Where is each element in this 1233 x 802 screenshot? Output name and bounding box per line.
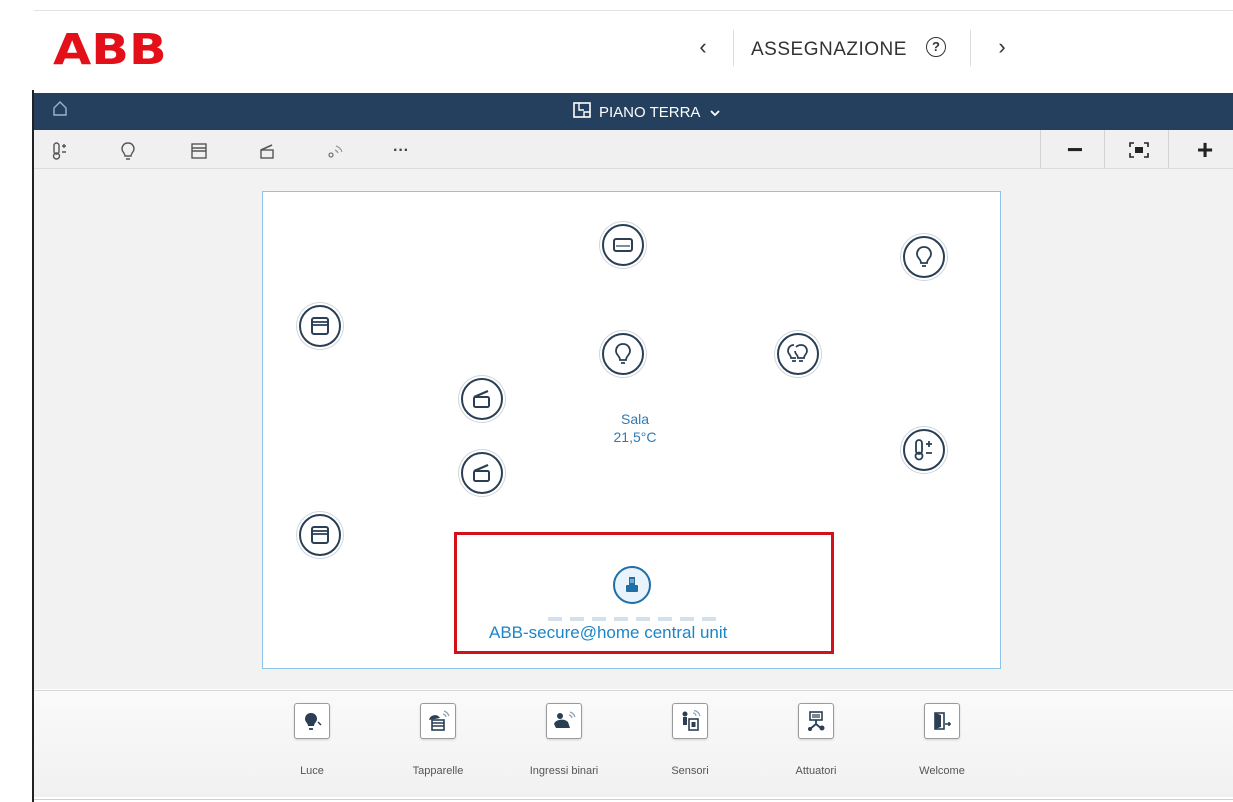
- category-attuatori[interactable]: Attuatori: [776, 703, 856, 777]
- category-tapparelle[interactable]: Tapparelle: [398, 703, 478, 777]
- home-icon[interactable]: [52, 100, 68, 121]
- category-label: Luce: [300, 765, 324, 777]
- category-ingressi-binari[interactable]: Ingressi binari: [524, 703, 604, 777]
- shutter-icon[interactable]: [461, 452, 503, 494]
- central-unit-icon[interactable]: [613, 566, 651, 604]
- category-dock: [34, 690, 1233, 797]
- nav-divider: [970, 30, 971, 66]
- room-temperature: 21,5°C: [613, 429, 657, 445]
- display-icon[interactable]: [602, 224, 644, 266]
- toolbar-divider: [1104, 130, 1105, 168]
- category-welcome[interactable]: Welcome: [902, 703, 982, 777]
- blind-icon[interactable]: [186, 138, 212, 164]
- floor-plan-icon: [573, 102, 591, 122]
- chevron-down-icon: [710, 104, 721, 121]
- binary-inputs-category-icon: [546, 703, 582, 739]
- fit-to-screen-button[interactable]: [1122, 136, 1156, 164]
- toolbar-divider: [1168, 130, 1169, 168]
- category-label: Tapparelle: [412, 765, 464, 777]
- sensor-icon[interactable]: [322, 138, 348, 164]
- previous-step-button[interactable]: ‹: [693, 34, 713, 60]
- category-sensori[interactable]: Sensori: [650, 703, 730, 777]
- abb-logo: ABB: [53, 25, 167, 75]
- shutter-icon[interactable]: [254, 138, 280, 164]
- thermostat-icon[interactable]: [47, 138, 73, 164]
- toolbar-divider: [1040, 130, 1041, 168]
- blind-icon[interactable]: [299, 305, 341, 347]
- category-label: Attuatori: [795, 765, 837, 777]
- faded-device-label: [548, 617, 718, 621]
- category-label: Ingressi binari: [529, 765, 599, 777]
- category-luce[interactable]: Luce: [272, 703, 352, 777]
- shutter-icon[interactable]: [461, 378, 503, 420]
- sensors-category-icon: [672, 703, 708, 739]
- zoom-out-button[interactable]: −: [1058, 134, 1092, 165]
- floor-name: PIANO TERRA: [599, 103, 701, 121]
- welcome-category-icon: [924, 703, 960, 739]
- device-toolbar: [34, 130, 1233, 169]
- room-name: Sala: [620, 411, 650, 427]
- zoom-in-button[interactable]: +: [1188, 134, 1222, 165]
- next-step-button[interactable]: ›: [992, 34, 1012, 60]
- nav-divider: [733, 30, 734, 66]
- help-icon[interactable]: ?: [926, 37, 946, 57]
- more-icon[interactable]: ···: [388, 138, 414, 164]
- bulb-icon[interactable]: [602, 333, 644, 375]
- central-unit-caption: ABB-secure@home central unit: [489, 623, 728, 642]
- category-label: Welcome: [919, 765, 965, 777]
- blind-icon[interactable]: [299, 514, 341, 556]
- floor-selector[interactable]: PIANO TERRA: [573, 102, 721, 122]
- bulb-icon[interactable]: [115, 138, 141, 164]
- light-category-icon: [294, 703, 330, 739]
- room-label[interactable]: Sala 21,5°C: [600, 410, 670, 446]
- category-label: Sensori: [671, 765, 709, 777]
- double-bulb-icon[interactable]: [777, 333, 819, 375]
- actuators-category-icon: [798, 703, 834, 739]
- bulb-icon[interactable]: [903, 236, 945, 278]
- thermostat-icon[interactable]: [903, 429, 945, 471]
- page-title: ASSEGNAZIONE: [751, 39, 907, 60]
- blinds-category-icon: [420, 703, 456, 739]
